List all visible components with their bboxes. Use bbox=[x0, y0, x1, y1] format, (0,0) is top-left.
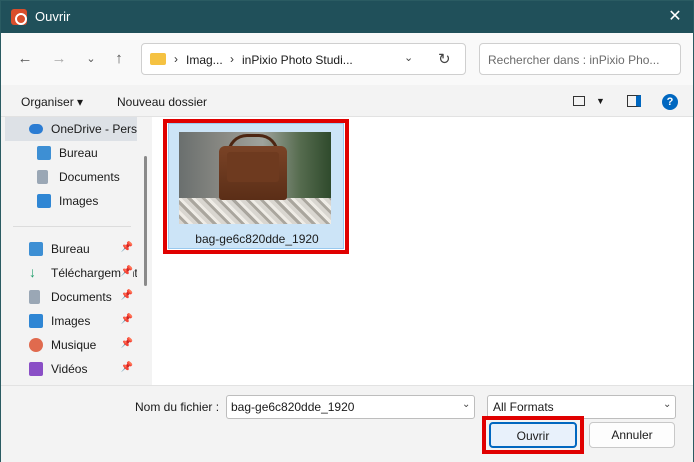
navigation-bar: ← → ⌄ ↑ › Imag... › inPixio Photo Studi.… bbox=[1, 33, 693, 85]
navigation-pane: OneDrive - Perso Bureau Documents Images… bbox=[5, 117, 137, 385]
address-dropdown-icon[interactable]: ⌄ bbox=[404, 51, 413, 64]
breadcrumb-separator-icon: › bbox=[174, 52, 178, 66]
sidebar-scrollbar[interactable] bbox=[144, 156, 147, 286]
pin-icon[interactable]: 📌 bbox=[121, 242, 133, 253]
download-icon: ↓ bbox=[29, 264, 36, 280]
document-icon bbox=[37, 170, 48, 184]
view-options-chevron-icon[interactable]: ▼ bbox=[596, 96, 605, 106]
close-icon[interactable]: ✕ bbox=[663, 5, 687, 29]
filename-label: Nom du fichier : bbox=[135, 400, 220, 414]
breadcrumb-item[interactable]: inPixio Photo Studi... bbox=[242, 53, 353, 67]
sidebar-item-documents[interactable]: Documents bbox=[5, 165, 137, 189]
music-icon bbox=[29, 338, 43, 352]
sidebar-item-videos[interactable]: Vidéos 📌 bbox=[5, 357, 137, 381]
sidebar-item-label: Bureau bbox=[59, 146, 98, 160]
sidebar-item-images[interactable]: Images bbox=[5, 189, 137, 213]
back-arrow-icon[interactable]: ← bbox=[15, 49, 35, 69]
cancel-button[interactable]: Annuler bbox=[589, 422, 675, 448]
organize-button[interactable]: Organiser ▾ bbox=[21, 95, 83, 109]
sidebar-item-label: Documents bbox=[59, 170, 120, 184]
address-bar[interactable]: › Imag... › inPixio Photo Studi... ⌄ ↻ bbox=[141, 43, 466, 75]
pin-icon[interactable]: 📌 bbox=[121, 362, 133, 373]
sidebar-item-musique[interactable]: Musique 📌 bbox=[5, 333, 137, 357]
pin-icon[interactable]: 📌 bbox=[120, 266, 133, 277]
pin-icon[interactable]: 📌 bbox=[121, 338, 133, 349]
forward-arrow-icon[interactable]: → bbox=[49, 49, 69, 69]
file-list: bag-ge6c820dde_1920 bbox=[152, 117, 693, 385]
sidebar-item-label: Bureau bbox=[51, 242, 90, 256]
sidebar-item-label: Images bbox=[51, 314, 91, 328]
sidebar-item-label: OneDrive - Perso bbox=[51, 122, 137, 136]
sidebar-divider bbox=[13, 226, 131, 227]
sidebar-item-label: Documents bbox=[51, 290, 112, 304]
sidebar-item-images-pinned[interactable]: Images 📌 bbox=[5, 309, 137, 333]
app-icon bbox=[11, 9, 27, 25]
sidebar-item-label: Musique bbox=[51, 338, 97, 352]
open-file-dialog: Ouvrir ✕ ← → ⌄ ↑ › Imag... › inPixio Pho… bbox=[0, 0, 694, 462]
document-icon bbox=[29, 290, 40, 304]
up-arrow-icon[interactable]: ↑ bbox=[109, 49, 129, 69]
search-input[interactable]: Rechercher dans : inPixio Pho... bbox=[479, 43, 681, 75]
help-icon[interactable]: ? bbox=[662, 94, 678, 110]
cloud-icon bbox=[29, 124, 43, 134]
image-icon bbox=[37, 194, 51, 208]
dialog-title: Ouvrir bbox=[35, 9, 71, 24]
breadcrumb-item[interactable]: Imag... bbox=[186, 53, 223, 67]
filename-input[interactable]: bag-ge6c820dde_1920 bbox=[226, 395, 475, 419]
sidebar-item-label: Vidéos bbox=[51, 362, 88, 376]
sidebar-item-bureau[interactable]: Bureau bbox=[5, 141, 137, 165]
pin-icon[interactable]: 📌 bbox=[121, 314, 133, 325]
preview-pane-icon[interactable] bbox=[627, 95, 641, 107]
sidebar-item-onedrive[interactable]: OneDrive - Perso bbox=[5, 117, 137, 141]
command-bar: Organiser ▾ Nouveau dossier ▼ ? bbox=[1, 85, 693, 117]
new-folder-button[interactable]: Nouveau dossier bbox=[117, 95, 207, 109]
sidebar-item-label: Images bbox=[59, 194, 99, 208]
pin-icon[interactable]: 📌 bbox=[121, 290, 133, 301]
file-type-dropdown-icon[interactable]: ⌄ bbox=[663, 399, 671, 410]
highlight-annotation bbox=[163, 119, 349, 254]
sidebar-item-bureau-pinned[interactable]: Bureau 📌 bbox=[5, 237, 137, 261]
image-icon bbox=[29, 314, 43, 328]
filename-dropdown-icon[interactable]: ⌄ bbox=[462, 399, 470, 410]
breadcrumb-separator-icon: › bbox=[230, 52, 234, 66]
video-icon bbox=[29, 362, 43, 376]
sidebar-item-documents-pinned[interactable]: Documents 📌 bbox=[5, 285, 137, 309]
recent-locations-chevron-icon[interactable]: ⌄ bbox=[81, 49, 101, 69]
folder-icon bbox=[150, 53, 166, 65]
sidebar-item-telechargements[interactable]: ↓ Téléchargements 📌 bbox=[5, 261, 137, 285]
refresh-icon[interactable]: ↻ bbox=[438, 50, 451, 68]
desktop-icon bbox=[29, 242, 43, 256]
title-bar: Ouvrir ✕ bbox=[1, 1, 693, 33]
desktop-icon bbox=[37, 146, 51, 160]
view-mode-icon[interactable] bbox=[573, 96, 585, 106]
highlight-annotation bbox=[482, 416, 584, 454]
